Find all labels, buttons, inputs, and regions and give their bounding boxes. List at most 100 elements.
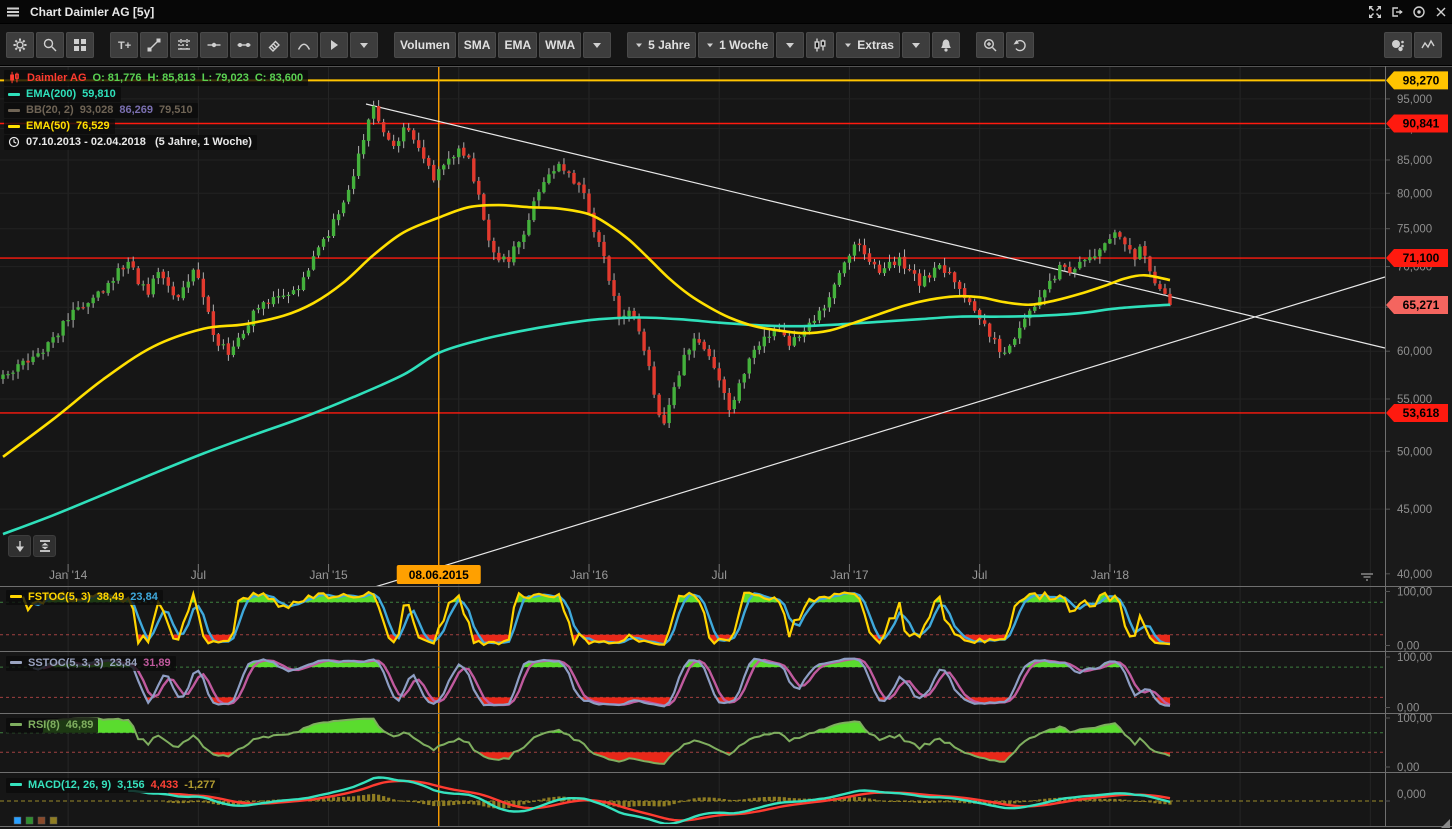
- svg-text:90,841: 90,841: [1403, 116, 1440, 130]
- search-button[interactable]: [36, 32, 64, 58]
- ema50-label: EMA(50): [26, 120, 70, 132]
- arc-tool-button[interactable]: [290, 32, 318, 58]
- mini-chart-button[interactable]: [1414, 32, 1442, 58]
- svg-text:95,000: 95,000: [1397, 94, 1432, 106]
- toolbar-group: 5 Jahre1 Woche Extras: [627, 32, 962, 58]
- macd-legend[interactable]: MACD(12, 26, 9) 3,1564,433-1,277: [6, 777, 220, 793]
- ohlc-value: O: 81,776: [93, 72, 142, 84]
- toolbar-group: [6, 32, 96, 58]
- sstoc-swatch-icon: [10, 661, 22, 664]
- svg-text:Jan '18: Jan '18: [1091, 568, 1130, 582]
- range-select[interactable]: 5 Jahre: [627, 32, 696, 58]
- target-icon[interactable]: [1408, 2, 1430, 22]
- hline-tool-button[interactable]: [200, 32, 228, 58]
- volume-button-label: Volumen: [400, 38, 450, 52]
- bb-value: 93,028: [80, 104, 114, 116]
- ema50-legend[interactable]: EMA(50) 76,529: [4, 119, 115, 134]
- hline-dots-icon: [236, 37, 252, 53]
- ohlc-value: C: 83,600: [255, 72, 303, 84]
- rsi-value: 46,89: [66, 719, 94, 731]
- eraser-tool-button[interactable]: [260, 32, 288, 58]
- interval-more-button[interactable]: [776, 32, 804, 58]
- toolbar-group: Volumen SMAEMA WMA: [394, 32, 613, 58]
- daterange-legend: 07.10.2013 - 02.04.2018 (5 Jahre, 1 Woch…: [4, 135, 257, 150]
- settings-button[interactable]: [6, 32, 34, 58]
- svg-text:71,100: 71,100: [1403, 251, 1440, 265]
- caret-down-icon: [908, 37, 924, 53]
- bubbles-icon: [1390, 37, 1406, 53]
- fstoc-value: 23,84: [130, 591, 158, 603]
- caret-down-icon: [842, 39, 854, 51]
- alert-button[interactable]: [932, 32, 960, 58]
- macd-value: 3,156: [117, 779, 145, 791]
- scroll-down-button[interactable]: [8, 535, 31, 557]
- panel-color-chip[interactable]: [14, 817, 21, 824]
- chart-canvas[interactable]: 95,00090,00085,00080,00075,00070,00065,0…: [0, 66, 1452, 829]
- last-price-tag: 65,271: [1386, 296, 1448, 314]
- rsi-swatch-icon: [10, 723, 22, 726]
- svg-text:53,618: 53,618: [1403, 406, 1440, 420]
- menu-icon[interactable]: [0, 4, 26, 20]
- svg-text:Jul: Jul: [191, 568, 206, 582]
- wma-button-label: WMA: [545, 38, 575, 52]
- maximize-icon[interactable]: [1364, 2, 1386, 22]
- panel-color-chip[interactable]: [26, 817, 33, 824]
- macd-value: -1,277: [184, 779, 215, 791]
- sma-button[interactable]: SMA: [458, 32, 497, 58]
- pointer-tool-button[interactable]: [320, 32, 348, 58]
- ema200-legend[interactable]: EMA(200) 59,810: [4, 87, 121, 102]
- undo-button[interactable]: [1006, 32, 1034, 58]
- extras-more-button[interactable]: [902, 32, 930, 58]
- down-arrow-icon: [12, 538, 28, 554]
- svg-text:T+: T+: [118, 40, 131, 52]
- trendline-icon: [146, 37, 162, 53]
- hsegment-tool-button[interactable]: [230, 32, 258, 58]
- close-icon[interactable]: [1430, 2, 1452, 22]
- instrument-name: Daimler AG: [27, 72, 87, 84]
- main-chart-legend: Daimler AG O: 81,776 H: 85,813 L: 79,023 C:…: [4, 70, 308, 151]
- macd-value: 4,433: [151, 779, 179, 791]
- collapse-panels-button[interactable]: [33, 535, 56, 557]
- panel-color-chip[interactable]: [38, 817, 45, 824]
- chart-type-button[interactable]: [806, 32, 834, 58]
- volume-button[interactable]: Volumen: [394, 32, 456, 58]
- drawings-more-button[interactable]: [350, 32, 378, 58]
- fstoc-legend[interactable]: FSTOC(5, 3) 38,4923,84: [6, 589, 163, 605]
- arc-icon: [296, 37, 312, 53]
- grid-icon: [72, 37, 88, 53]
- fstoc-label: FSTOC(5, 3): [28, 591, 91, 603]
- layout-button[interactable]: [66, 32, 94, 58]
- eraser-icon: [266, 37, 282, 53]
- scale-menu-icon[interactable]: [1358, 572, 1376, 585]
- interval-select[interactable]: 1 Woche: [698, 32, 774, 58]
- export-icon[interactable]: [1386, 2, 1408, 22]
- wma-button[interactable]: WMA: [539, 32, 581, 58]
- indicators-more-button[interactable]: [583, 32, 611, 58]
- wave-icon: [1420, 37, 1436, 53]
- svg-text:75,000: 75,000: [1397, 224, 1432, 236]
- sstoc-legend[interactable]: SSTOC(5, 3, 3) 23,8431,89: [6, 655, 176, 671]
- ema50-swatch-icon: [8, 125, 20, 128]
- svg-text:08.06.2015: 08.06.2015: [409, 568, 469, 582]
- ohlc-value: H: 85,813: [147, 72, 195, 84]
- svg-text:40,000: 40,000: [1397, 569, 1432, 581]
- panel-color-chip[interactable]: [50, 817, 57, 824]
- extras-select[interactable]: Extras: [836, 32, 900, 58]
- bb-legend[interactable]: BB(20, 2) 93,028 86,269 79,510: [4, 103, 198, 118]
- text-tool-button[interactable]: T+: [110, 32, 138, 58]
- ema-button[interactable]: EMA: [498, 32, 537, 58]
- fibonacci-tool-button[interactable]: [170, 32, 198, 58]
- sstoc-value: 23,84: [110, 657, 138, 669]
- instrument-legend[interactable]: Daimler AG O: 81,776 H: 85,813 L: 79,023 C:…: [4, 70, 308, 86]
- caret-down-icon: [589, 37, 605, 53]
- svg-text:Jan '15: Jan '15: [309, 568, 348, 582]
- chart-area[interactable]: 95,00090,00085,00080,00075,00070,00065,0…: [0, 66, 1452, 829]
- bb-value: 79,510: [159, 104, 193, 116]
- price-tag: 98,270: [1386, 71, 1448, 89]
- rsi-legend[interactable]: RSI(8) 46,89: [6, 717, 98, 733]
- trendline-tool-button[interactable]: [140, 32, 168, 58]
- zoom-in-button[interactable]: [976, 32, 1004, 58]
- sstoc-value: 31,89: [143, 657, 171, 669]
- compare-button[interactable]: [1384, 32, 1412, 58]
- ohlc-value: L: 79,023: [202, 72, 249, 84]
